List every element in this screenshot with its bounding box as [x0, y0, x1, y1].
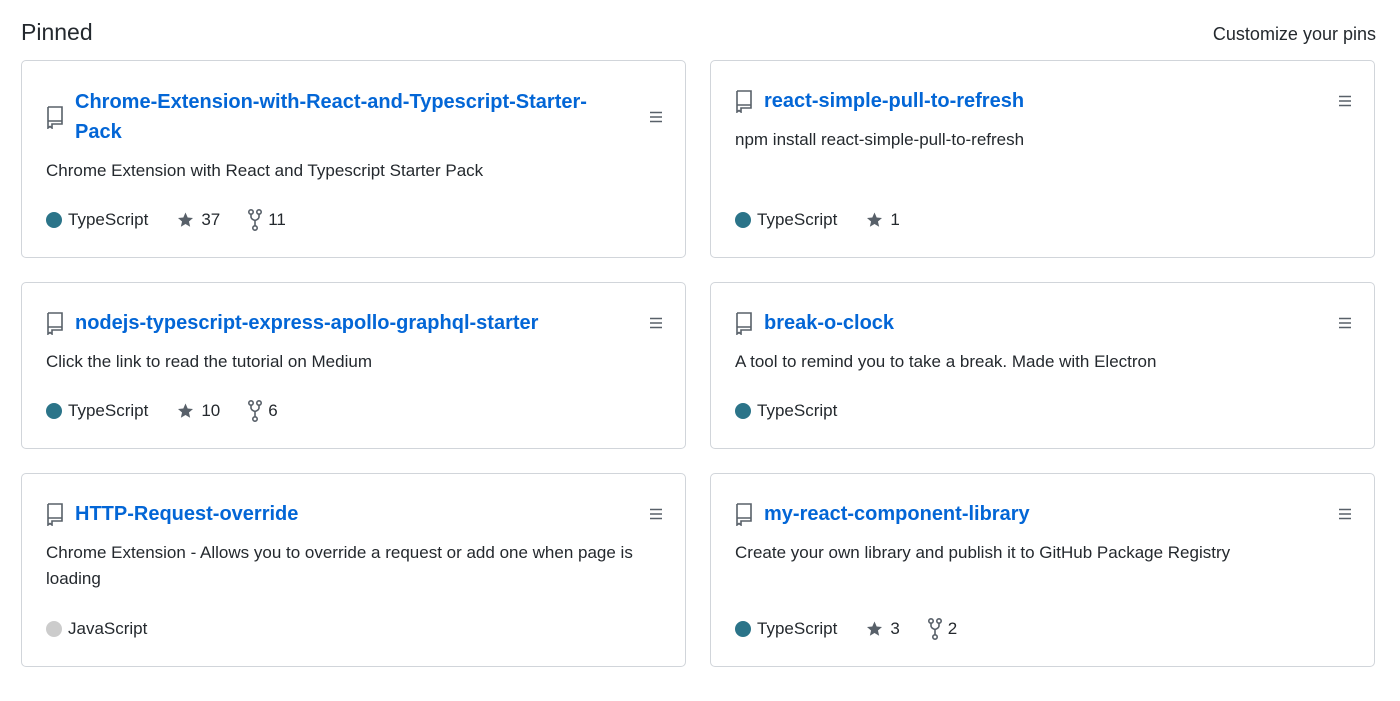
fork-icon	[248, 400, 263, 422]
forks-link[interactable]: 2	[927, 618, 958, 640]
description-line2: loading	[46, 569, 101, 588]
stars-count: 37	[201, 210, 221, 229]
repo-icon	[736, 503, 752, 526]
pinned-repo-card: HTTP-Request-override Chrome Extension -…	[21, 473, 686, 667]
grabber-icon[interactable]	[649, 111, 663, 123]
pinned-header: Pinned Customize your pins	[21, 18, 1376, 48]
stars-count: 1	[890, 210, 900, 229]
stars-count: 10	[201, 401, 221, 420]
repo-icon	[47, 312, 63, 335]
language-label: TypeScript	[68, 210, 149, 229]
pinned-repo-card: Chrome-Extension-with-React-and-Typescri…	[21, 60, 686, 258]
grabber-icon[interactable]	[649, 317, 663, 329]
stars-link[interactable]: 1	[865, 210, 900, 230]
repo-description: Create your own library and publish it t…	[735, 543, 1231, 562]
language-color-dot	[46, 621, 62, 637]
forks-link[interactable]: 6	[248, 400, 278, 422]
section-title: Pinned	[21, 19, 93, 45]
repo-name-line2: Pack	[75, 121, 122, 143]
language-color-dot	[735, 212, 751, 228]
repo-name-line1: nodejs-typescript-express-apollo-graphql…	[75, 312, 539, 334]
language-item: TypeScript	[735, 401, 837, 421]
repo-icon	[736, 312, 752, 335]
pinned-repo-card: nodejs-typescript-express-apollo-graphql…	[21, 282, 686, 449]
repo-description: Chrome Extension - Allows you to overrid…	[46, 540, 661, 592]
grabber-icon[interactable]	[1338, 317, 1352, 329]
forks-count: 6	[268, 401, 278, 420]
repo-meta: TypeScript 3 2	[735, 617, 985, 641]
stars-link[interactable]: 37	[176, 210, 220, 230]
repo-meta: JavaScript	[46, 617, 175, 641]
repo-icon	[736, 90, 752, 113]
star-icon	[178, 403, 194, 418]
repo-icon	[47, 503, 63, 526]
stars-link[interactable]: 3	[865, 619, 900, 639]
language-item: TypeScript	[46, 210, 148, 230]
repo-name-line1: HTTP-Request-override	[75, 503, 299, 525]
star-icon	[867, 212, 883, 227]
language-label: TypeScript	[757, 619, 838, 638]
pinned-repo-card: break-o-clock A tool to remind you to ta…	[710, 282, 1375, 449]
fork-icon	[248, 209, 263, 231]
repo-description: Click the link to read the tutorial on M…	[46, 352, 372, 371]
repo-name-link[interactable]: nodejs-typescript-express-apollo-graphql…	[75, 308, 605, 338]
stars-count: 3	[890, 619, 900, 638]
language-color-dot	[46, 212, 62, 228]
language-label: JavaScript	[68, 619, 148, 638]
repo-name-link[interactable]: HTTP-Request-override	[75, 499, 605, 529]
language-color-dot	[735, 403, 751, 419]
repo-name-link[interactable]: react-simple-pull-to-refresh	[764, 86, 1294, 116]
repo-description: npm install react-simple-pull-to-refresh	[735, 130, 1025, 149]
language-item: TypeScript	[735, 619, 837, 639]
repo-meta: TypeScript 10 6	[46, 399, 306, 423]
grabber-icon[interactable]	[1338, 95, 1352, 107]
grabber-icon[interactable]	[1338, 508, 1352, 520]
fork-icon	[927, 618, 942, 640]
language-label: TypeScript	[68, 401, 149, 420]
forks-link[interactable]: 11	[248, 209, 286, 231]
repo-icon	[47, 106, 63, 129]
repo-meta: TypeScript 37 11	[46, 208, 314, 232]
star-icon	[178, 212, 194, 227]
language-item: TypeScript	[735, 210, 837, 230]
customize-pins-link[interactable]: Customize your pins	[1213, 22, 1376, 46]
repo-description: Chrome Extension with React and Typescri…	[46, 161, 484, 180]
language-color-dot	[46, 403, 62, 419]
language-item: TypeScript	[46, 401, 148, 421]
language-item: JavaScript	[46, 619, 147, 639]
star-icon	[867, 621, 883, 636]
stars-link[interactable]: 10	[176, 401, 220, 421]
repo-name-line1: Chrome-Extension-with-React-and-Typescri…	[75, 91, 587, 113]
pinned-repo-card: my-react-component-library Create your o…	[710, 473, 1375, 667]
forks-count: 2	[947, 619, 958, 638]
repo-name-line1: break-o-clock	[764, 312, 895, 334]
repo-name-line1: react-simple-pull-to-refresh	[764, 90, 1025, 112]
grabber-icon[interactable]	[649, 508, 663, 520]
repo-name-line1: my-react-component-library	[764, 503, 1030, 525]
language-color-dot	[735, 621, 751, 637]
forks-count: 11	[268, 210, 286, 229]
pinned-repo-card: react-simple-pull-to-refresh npm install…	[710, 60, 1375, 258]
repo-meta: TypeScript	[735, 399, 865, 423]
description-line1: Chrome Extension - Allows you to overrid…	[46, 543, 633, 562]
repo-meta: TypeScript 1	[735, 208, 928, 232]
language-label: TypeScript	[757, 401, 838, 420]
repo-name-link[interactable]: break-o-clock	[764, 308, 1294, 338]
repo-name-link[interactable]: Chrome-Extension-with-React-and-Typescri…	[75, 87, 605, 147]
language-label: TypeScript	[757, 210, 838, 229]
repo-name-link[interactable]: my-react-component-library	[764, 499, 1294, 529]
repo-description: A tool to remind you to take a break. Ma…	[735, 352, 1157, 371]
